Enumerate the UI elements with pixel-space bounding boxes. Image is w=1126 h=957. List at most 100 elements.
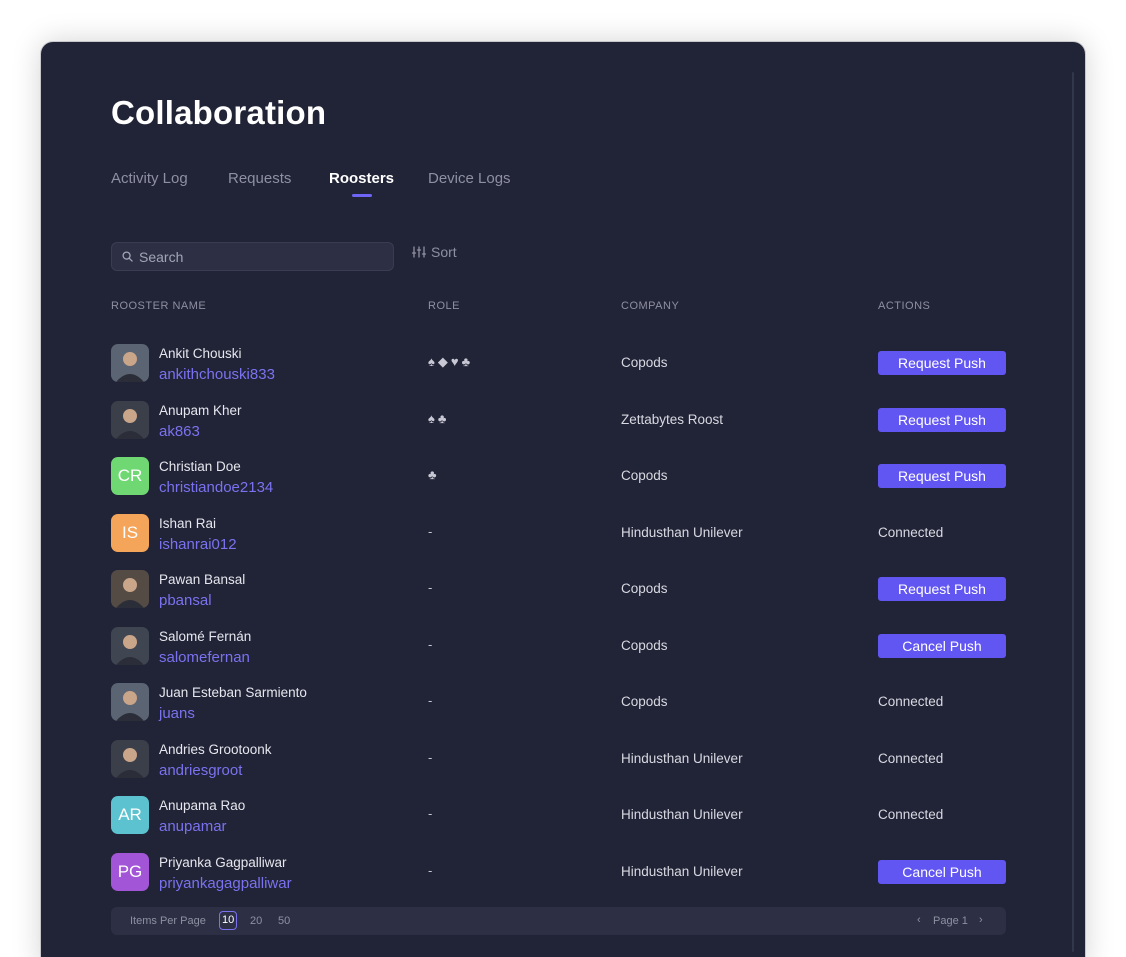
page-size-option-10[interactable]: 10 (219, 911, 238, 930)
rooster-username[interactable]: ishanrai012 (159, 536, 237, 553)
connected-status: Connected (878, 750, 944, 766)
rooster-username[interactable]: christiandoe2134 (159, 479, 273, 496)
page-size-option-50[interactable]: 50 (278, 915, 290, 927)
avatar (111, 344, 149, 382)
next-page-icon[interactable]: › (979, 914, 983, 926)
rooster-username[interactable]: juans (159, 705, 195, 722)
avatar: AR (111, 796, 149, 834)
company-name: Copods (621, 694, 668, 709)
column-header-name: ROOSTER NAME (111, 300, 207, 312)
avatar: IS (111, 513, 149, 552)
avatar (111, 739, 149, 778)
cancel-push-button[interactable]: Cancel Push (878, 633, 1006, 658)
request-push-button[interactable]: Request Push (878, 577, 1006, 601)
company-name: Copods (621, 581, 668, 596)
tab-roosters[interactable]: Roosters (329, 170, 394, 197)
sort-button[interactable]: Sort (412, 244, 457, 260)
table-row: AR Anupama Rao anupamar - Hindusthan Uni… (111, 792, 1011, 838)
company-name: Copods (621, 468, 668, 483)
avatar (111, 626, 149, 665)
tab-device-logs[interactable]: Device Logs (428, 170, 511, 187)
role-icons: - (428, 693, 436, 708)
company-name: Zettabytes Roost (621, 411, 724, 427)
company-name: Hindusthan Unilever (621, 807, 743, 822)
person-icon (111, 400, 149, 439)
search-input[interactable] (139, 248, 379, 265)
sliders-icon (412, 246, 426, 258)
company-name: Hindusthan Unilever (621, 524, 743, 540)
person-icon (111, 570, 149, 608)
rooster-username[interactable]: pbansal (159, 592, 212, 609)
cancel-push-button[interactable]: Cancel Push (878, 859, 1006, 884)
page-size-option-20[interactable]: 20 (250, 915, 262, 927)
role-icons: - (428, 806, 436, 821)
table-row: Anupam Kher ak863 ♠♣ Zettabytes Roost Re… (111, 397, 1011, 443)
active-tab-indicator (351, 194, 372, 197)
rooster-name: Anupama Rao (159, 798, 246, 813)
person-icon (111, 626, 149, 665)
rooster-name: Ankit Chouski (159, 346, 242, 361)
tab-requests[interactable]: Requests (228, 170, 291, 187)
role-icons: - (428, 636, 436, 652)
search-box[interactable] (111, 242, 394, 271)
rooster-username[interactable]: ak863 (159, 423, 200, 440)
role-icons: - (428, 580, 436, 595)
rooster-username[interactable]: salomefernan (159, 649, 250, 666)
rooster-name: Christian Doe (159, 459, 241, 474)
request-push-button[interactable]: Request Push (878, 464, 1006, 488)
table-row: Juan Esteban Sarmiento juans - Copods Co… (111, 679, 1011, 725)
avatar (111, 400, 149, 439)
role-icons: ♠◆♥♣ (428, 354, 474, 369)
app-window: Collaboration Activity Log Requests Roos… (41, 42, 1085, 957)
column-header-role: ROLE (428, 300, 460, 312)
rooster-name: Pawan Bansal (159, 572, 246, 587)
table-row: CR Christian Doe christiandoe2134 ♣ Copo… (111, 453, 1011, 499)
company-name: Hindusthan Unilever (621, 863, 743, 879)
person-icon (111, 344, 149, 382)
sort-label: Sort (431, 244, 457, 260)
page-indicator: Page 1 (933, 915, 968, 927)
avatar-initials: PG (117, 861, 143, 881)
table-row: PG Priyanka Gagpalliwar priyankagagpalli… (111, 849, 1011, 895)
company-name: Hindusthan Unilever (621, 750, 743, 766)
rooster-name: Juan Esteban Sarmiento (159, 685, 307, 700)
avatar (111, 570, 149, 608)
rooster-name: Salomé Fernán (159, 628, 252, 644)
rooster-name: Andries Grootoonk (159, 741, 272, 757)
role-icons: - (428, 862, 436, 878)
company-name: Copods (621, 637, 668, 653)
connected-status: Connected (878, 694, 944, 709)
table-row: Andries Grootoonk andriesgroot - Hindust… (111, 736, 1011, 782)
role-icons: ♣ (428, 467, 440, 482)
avatar-initials: CR (117, 466, 143, 485)
role-icons: - (428, 523, 436, 539)
connected-status: Connected (878, 807, 944, 822)
role-icons: - (428, 749, 436, 765)
person-icon (111, 683, 149, 721)
rooster-name: Anupam Kher (159, 402, 242, 418)
request-push-button[interactable]: Request Push (878, 351, 1006, 375)
column-header-actions: ACTIONS (878, 300, 931, 312)
avatar-initials: IS (121, 522, 139, 542)
person-icon (111, 739, 149, 778)
role-icons: ♠♣ (428, 410, 450, 426)
rooster-username[interactable]: ankithchouski833 (159, 366, 275, 383)
rooster-username[interactable]: anupamar (159, 818, 227, 835)
scrollbar[interactable] (1072, 72, 1074, 952)
avatar-initials: AR (118, 805, 142, 824)
page-title: Collaboration (111, 94, 327, 131)
rooster-username[interactable]: andriesgroot (159, 762, 242, 779)
request-push-button[interactable]: Request Push (878, 407, 1006, 432)
avatar: CR (111, 457, 149, 495)
table-row: Pawan Bansal pbansal - Copods Request Pu… (111, 566, 1011, 612)
rooster-username[interactable]: priyankagagpalliwar (159, 875, 292, 892)
company-name: Copods (621, 355, 668, 370)
rooster-name: Ishan Rai (159, 515, 217, 531)
connected-status: Connected (878, 524, 944, 540)
table-row: Salomé Fernán salomefernan - Copods Canc… (111, 623, 1011, 669)
table-row: IS Ishan Rai ishanrai012 - Hindusthan Un… (111, 510, 1011, 556)
items-per-page-label: Items Per Page (130, 915, 206, 927)
column-header-company: COMPANY (621, 300, 680, 312)
tab-activity-log[interactable]: Activity Log (111, 170, 188, 187)
prev-page-icon[interactable]: ‹ (917, 914, 921, 926)
